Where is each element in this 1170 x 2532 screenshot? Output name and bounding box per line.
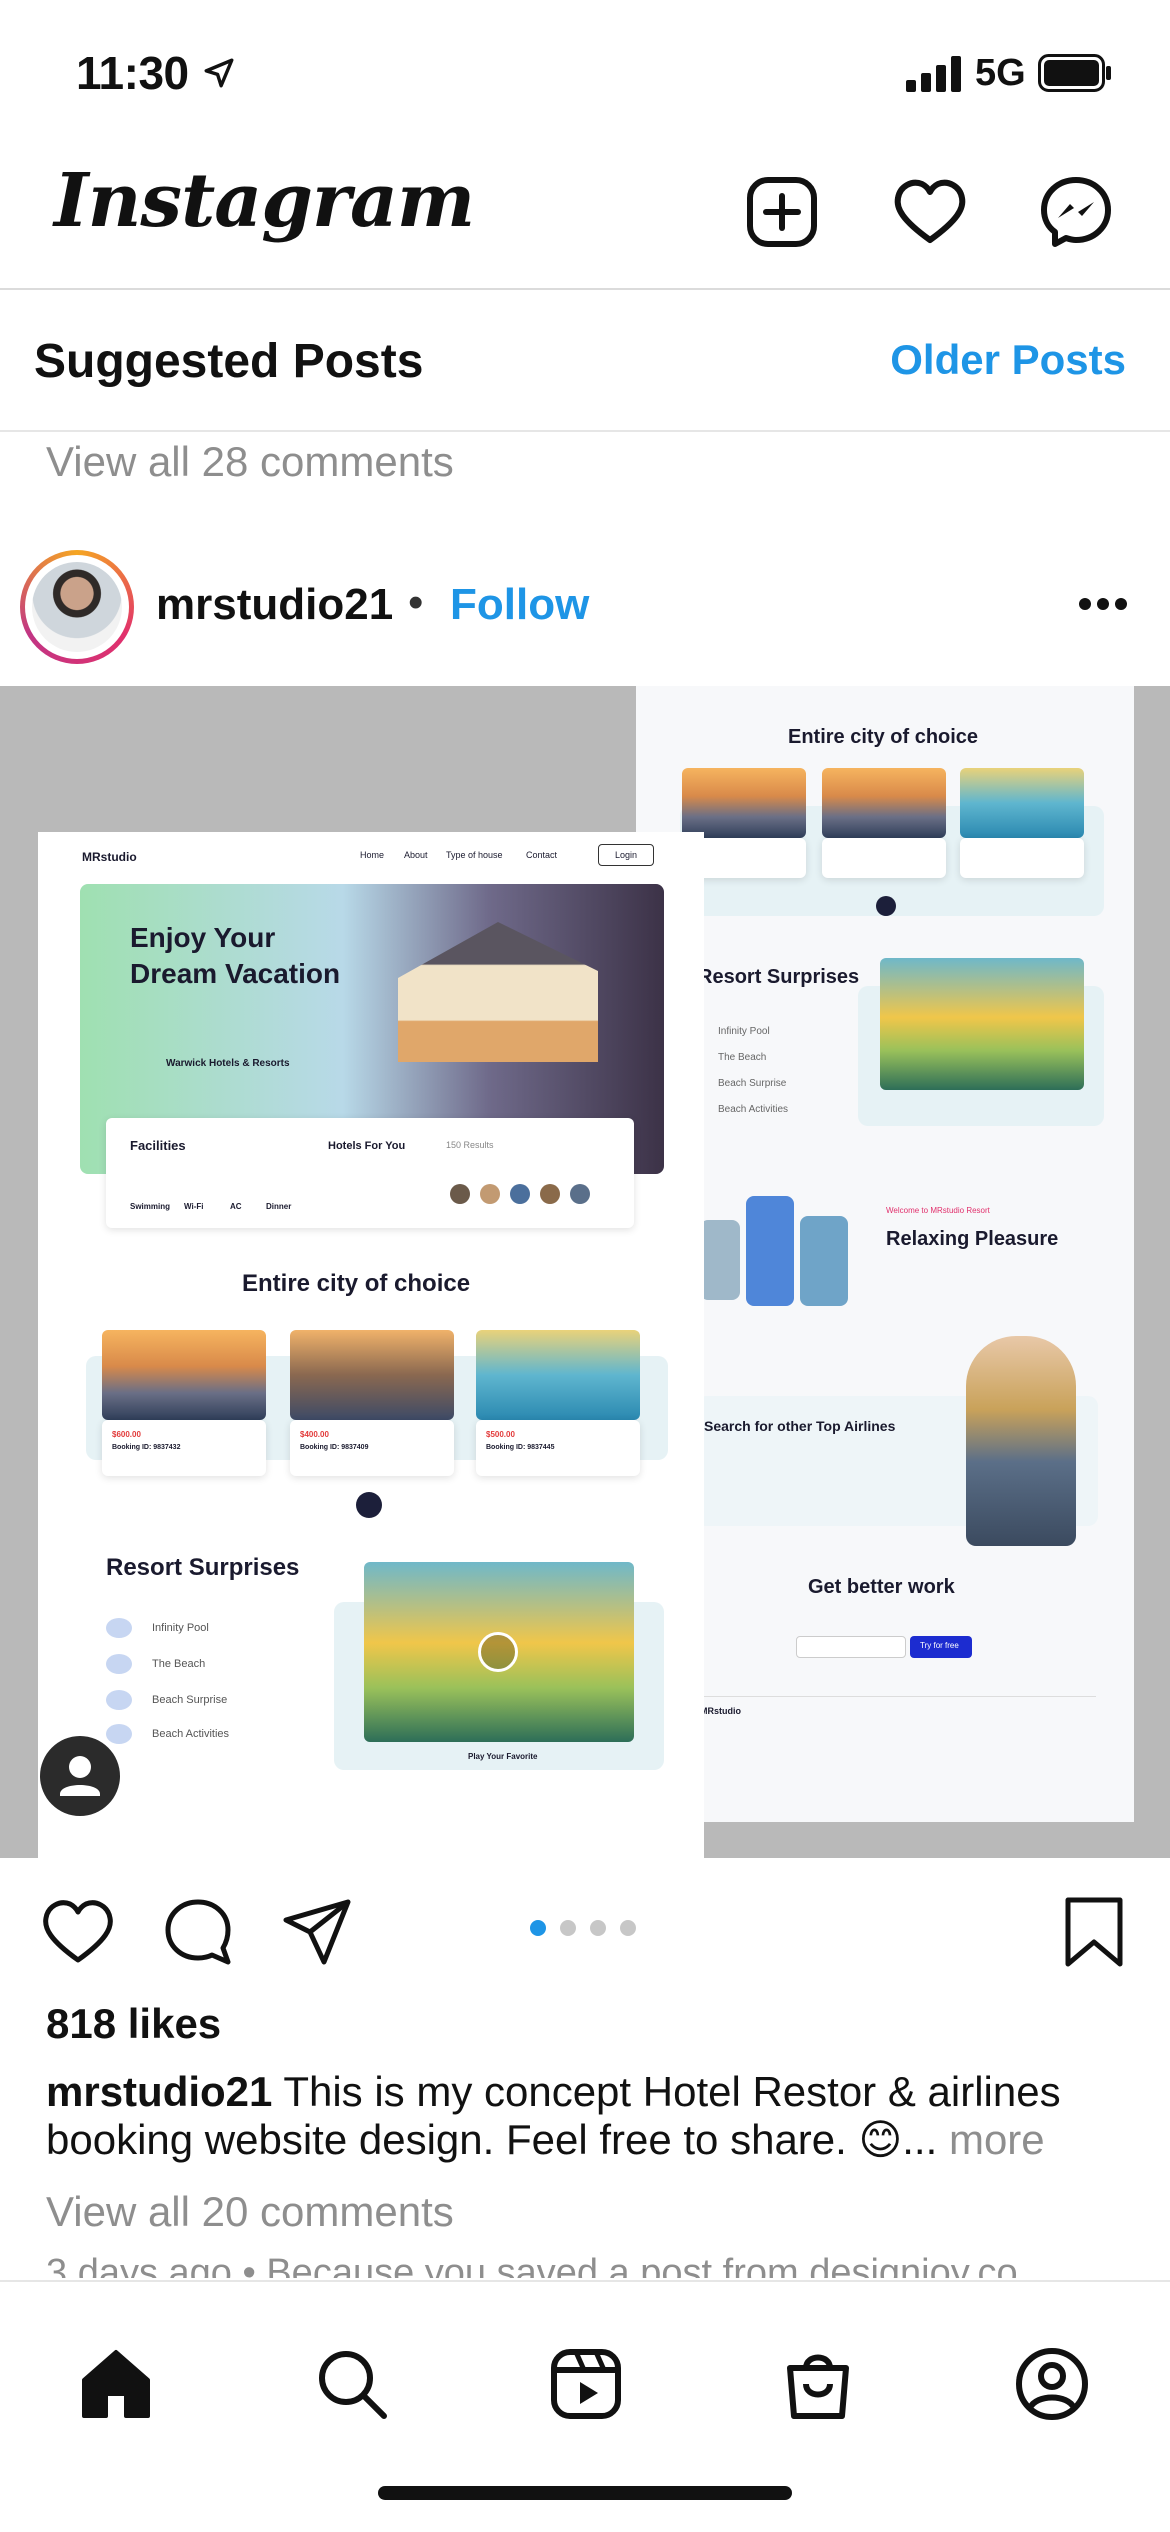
signal-icon bbox=[906, 56, 961, 92]
mockup-city-title: Entire city of choice bbox=[242, 1270, 471, 1297]
profile-icon[interactable] bbox=[1012, 2344, 1092, 2424]
comment-icon[interactable] bbox=[160, 1894, 236, 1970]
location-arrow-icon bbox=[204, 58, 234, 88]
mockup-work-title: Get better work bbox=[808, 1576, 955, 1598]
separator-dot: • bbox=[408, 578, 424, 627]
caption-more-link[interactable]: more bbox=[949, 2116, 1045, 2163]
caption-username[interactable]: mrstudio21 bbox=[46, 2068, 272, 2115]
battery-icon bbox=[1038, 54, 1111, 92]
pager-dot-active bbox=[530, 1920, 546, 1936]
avatar[interactable] bbox=[20, 550, 134, 664]
shop-icon[interactable] bbox=[778, 2344, 858, 2424]
status-bar: 11:30 5G bbox=[0, 0, 1170, 140]
mockup-resort-title: Resort Surprises bbox=[106, 1554, 300, 1581]
mockup-relax-title: Relaxing Pleasure bbox=[886, 1228, 1059, 1250]
avatar-image bbox=[32, 562, 122, 652]
tagged-users-icon[interactable] bbox=[40, 1736, 120, 1816]
likes-count[interactable]: 818 likes bbox=[46, 2000, 221, 2048]
mockup-hero-title-1: Enjoy Your bbox=[130, 922, 276, 953]
share-send-icon[interactable] bbox=[280, 1894, 356, 1970]
post-caption: mrstudio21 This is my concept Hotel Rest… bbox=[46, 2068, 1136, 2164]
messenger-icon[interactable] bbox=[1038, 174, 1114, 250]
older-posts-link[interactable]: Older Posts bbox=[890, 336, 1126, 384]
view-all-comments[interactable]: View all 20 comments bbox=[46, 2188, 454, 2236]
home-indicator[interactable] bbox=[378, 2486, 792, 2500]
post-image-carousel[interactable]: Entire city of choice Resort Surprises I… bbox=[0, 686, 1170, 1858]
app-header: Instagram bbox=[0, 140, 1170, 290]
more-options-icon[interactable] bbox=[1078, 594, 1128, 614]
new-post-icon[interactable] bbox=[744, 174, 820, 250]
pager-dot bbox=[560, 1920, 576, 1936]
mockup-city-title-right: Entire city of choice bbox=[788, 726, 979, 748]
mockup-left-page: MRstudio Home About Type of house Contac… bbox=[38, 832, 704, 1858]
suggested-posts-bar: Suggested Posts Older Posts bbox=[0, 292, 1170, 432]
pager-dot bbox=[590, 1920, 606, 1936]
reels-icon[interactable] bbox=[546, 2344, 626, 2424]
mockup-resort-title-right: Resort Surprises bbox=[698, 966, 860, 988]
like-heart-icon[interactable] bbox=[40, 1894, 116, 1970]
bookmark-icon[interactable] bbox=[1056, 1894, 1132, 1970]
heart-icon[interactable] bbox=[892, 174, 968, 250]
search-icon[interactable] bbox=[312, 2344, 392, 2424]
traveller-image bbox=[966, 1336, 1076, 1546]
post-date-line: 3 days ago • Because you saved a post fr… bbox=[46, 2252, 1018, 2278]
home-icon[interactable] bbox=[76, 2344, 156, 2424]
post-header: mrstudio21 • Follow bbox=[0, 540, 1170, 670]
network-label: 5G bbox=[975, 52, 1026, 94]
follow-button[interactable]: Follow bbox=[450, 580, 589, 630]
suggested-title: Suggested Posts bbox=[34, 335, 424, 388]
pager-dot bbox=[620, 1920, 636, 1936]
mockup-brand: MRstudio bbox=[82, 850, 137, 864]
post-actions bbox=[0, 1858, 1170, 1998]
post-username[interactable]: mrstudio21 bbox=[156, 580, 393, 630]
mockup-hero-title-2: Dream Vacation bbox=[130, 958, 341, 989]
previous-view-comments[interactable]: View all 28 comments bbox=[46, 438, 454, 486]
instagram-logo[interactable]: Instagram bbox=[54, 158, 475, 244]
mockup-scroll-down-icon bbox=[356, 1492, 382, 1518]
status-time: 11:30 bbox=[76, 47, 189, 99]
play-icon bbox=[478, 1632, 518, 1672]
mockup-facilities-card: Facilities Swimming Wi-Fi AC Dinner Hote… bbox=[106, 1118, 634, 1228]
mockup-right-page: Entire city of choice Resort Surprises I… bbox=[636, 686, 1134, 1822]
